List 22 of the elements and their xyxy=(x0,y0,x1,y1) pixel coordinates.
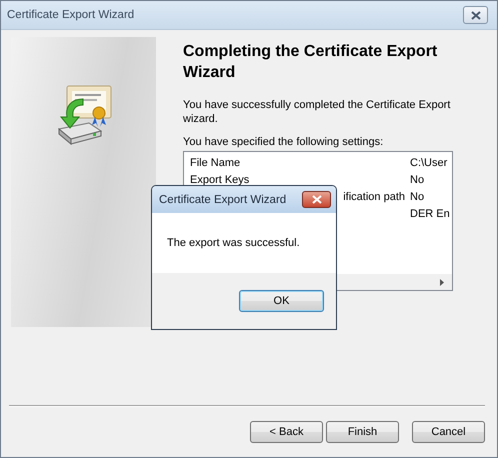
setting-value: C:\User xyxy=(410,156,448,168)
wizard-heading: Completing the Certificate Export Wizard xyxy=(183,42,438,83)
back-button[interactable]: < Back xyxy=(250,421,323,443)
scroll-right-icon[interactable] xyxy=(440,278,444,286)
settings-label: You have specified the following settings: xyxy=(183,135,384,149)
cancel-button[interactable]: Cancel xyxy=(412,421,485,443)
setting-name: ification path xyxy=(343,190,405,202)
dialog-close-button[interactable] xyxy=(302,191,331,208)
setting-value: No xyxy=(410,190,426,202)
ok-button[interactable]: OK xyxy=(239,290,324,312)
setting-name: Export Keys xyxy=(190,174,250,186)
close-icon xyxy=(470,10,480,20)
dialog-message: The export was successful. xyxy=(167,237,300,249)
finish-button[interactable]: Finish xyxy=(326,421,399,443)
window-title: Certificate Export Wizard xyxy=(7,9,134,21)
setting-name: File Name xyxy=(190,156,240,168)
dialog-title: Certificate Export Wizard xyxy=(159,194,286,206)
intro-text: You have successfully completed the Certificate Export wizard. xyxy=(183,98,452,126)
setting-value: DER En xyxy=(410,208,451,220)
setting-value: No xyxy=(410,174,426,186)
close-button[interactable] xyxy=(463,6,488,24)
close-icon xyxy=(312,195,322,204)
